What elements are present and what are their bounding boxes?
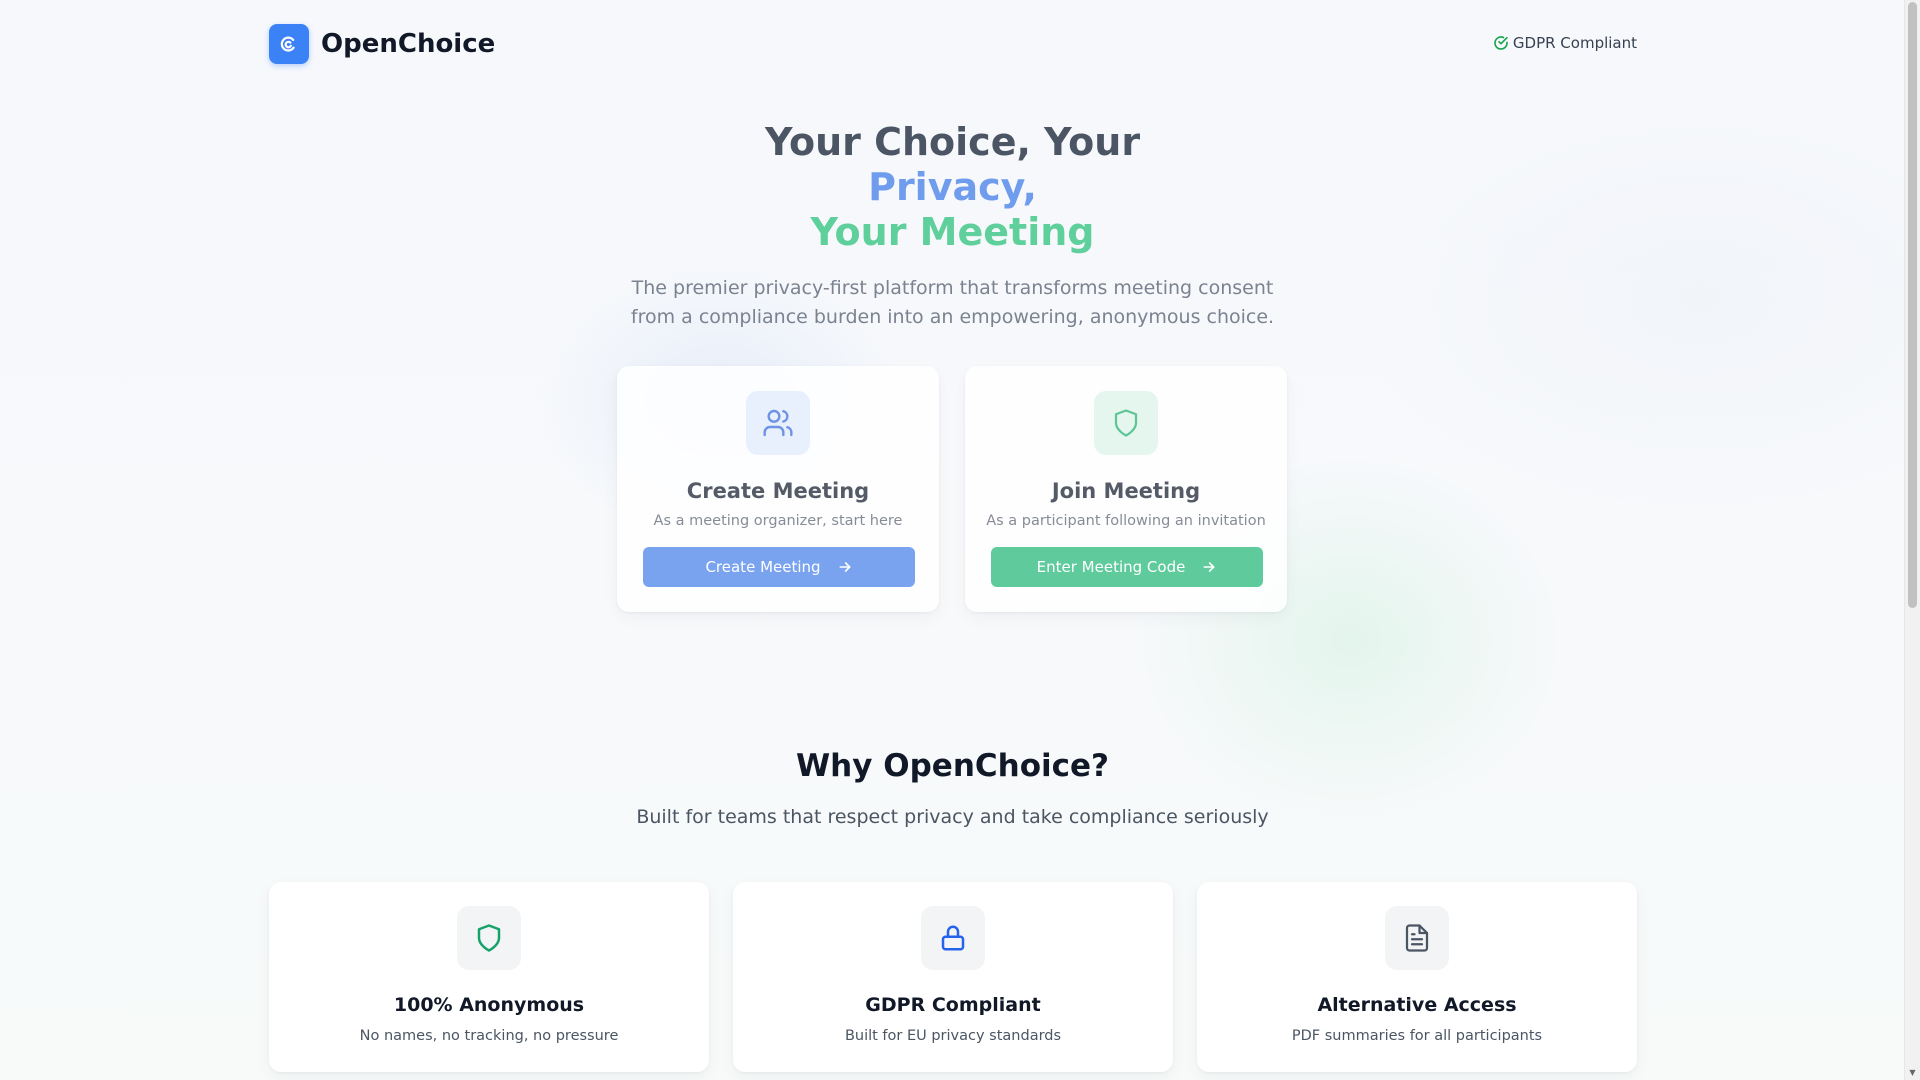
feature-card-alternative-access: Alternative Access PDF summaries for all… <box>1197 882 1637 1072</box>
feature-title: GDPR Compliant <box>865 994 1041 1016</box>
feature-card-gdpr: GDPR Compliant Built for EU privacy stan… <box>733 882 1173 1072</box>
scrollbar-thumb[interactable] <box>1908 2 1917 608</box>
page-scrollbar[interactable]: ▼ <box>1904 0 1920 1080</box>
hero-title-line-2: Privacy, <box>868 165 1037 209</box>
brand-logo[interactable]: OpenChoice <box>269 24 495 64</box>
join-meeting-description: As a participant following an invitation <box>986 513 1266 529</box>
check-circle-icon <box>1494 36 1508 50</box>
lock-icon <box>921 906 985 970</box>
join-meeting-card: Join Meeting As a participant following … <box>965 366 1287 612</box>
arrow-right-icon <box>1203 562 1215 572</box>
arrow-right-icon <box>839 562 851 572</box>
hero-title-line-3: Your Meeting <box>810 210 1095 254</box>
hero-subtitle: The premier privacy-first platform that … <box>630 277 1275 328</box>
create-meeting-card: Create Meeting As a meeting organizer, s… <box>617 366 939 612</box>
gdpr-badge-label: GDPR Compliant <box>1512 34 1637 52</box>
site-header: OpenChoice GDPR Compliant <box>269 24 1637 64</box>
create-meeting-title: Create Meeting <box>686 479 870 503</box>
create-meeting-description: As a meeting organizer, start here <box>653 513 903 529</box>
join-meeting-title: Join Meeting <box>1051 479 1201 503</box>
feature-card-anonymous: 100% Anonymous No names, no tracking, no… <box>269 882 709 1072</box>
shield-icon <box>457 906 521 970</box>
shield-icon <box>1094 391 1158 455</box>
create-meeting-button-label: Create Meeting <box>705 558 821 576</box>
why-section-title: Why OpenChoice? <box>795 748 1110 784</box>
hero-title: Your Choice, Your Privacy, Your Meeting <box>660 120 1245 255</box>
create-meeting-button[interactable]: Create Meeting <box>643 547 915 587</box>
document-icon <box>1385 906 1449 970</box>
feature-title: 100% Anonymous <box>393 994 585 1016</box>
feature-description: Built for EU privacy standards <box>844 1028 1062 1044</box>
brand-name: OpenChoice <box>321 29 496 59</box>
hero-title-line-1: Your Choice, Your <box>764 120 1141 164</box>
feature-title: Alternative Access <box>1317 994 1517 1016</box>
feature-description: No names, no tracking, no pressure <box>359 1028 619 1044</box>
gdpr-badge: GDPR Compliant <box>1493 34 1637 52</box>
why-section-subtitle: Built for teams that respect privacy and… <box>636 806 1269 828</box>
enter-meeting-code-button[interactable]: Enter Meeting Code <box>991 547 1263 587</box>
enter-meeting-code-button-label: Enter Meeting Code <box>1036 558 1186 576</box>
feature-description: PDF summaries for all participants <box>1291 1028 1543 1044</box>
scroll-down-arrow-icon[interactable]: ▼ <box>1905 1066 1920 1080</box>
users-icon <box>746 391 810 455</box>
wave-icon <box>269 24 309 64</box>
